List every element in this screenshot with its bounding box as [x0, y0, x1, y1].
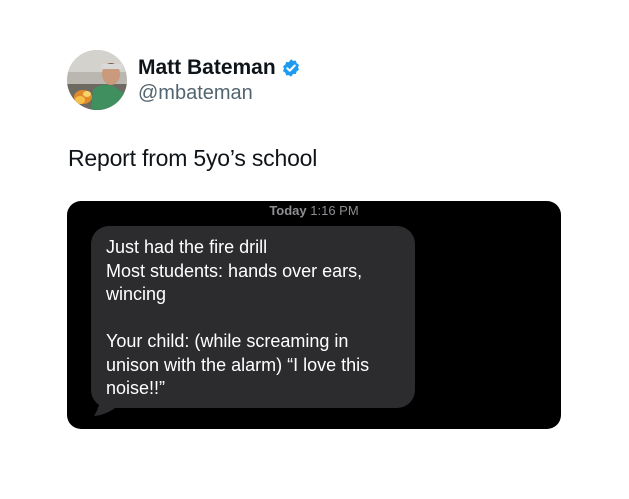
avatar[interactable]	[67, 50, 127, 110]
author-handle[interactable]: @mbateman	[138, 81, 253, 105]
message-bubble: Just had the fire drill Most students: h…	[91, 226, 415, 408]
timestamp-time: 1:16 PM	[310, 203, 359, 218]
tweet-text: Report from 5yo’s school	[68, 145, 318, 171]
verified-badge-icon[interactable]	[281, 58, 301, 78]
message-text: Just had the fire drill Most students: h…	[106, 237, 370, 398]
author-display-name[interactable]: Matt Bateman	[138, 55, 301, 81]
next-message-timestamp-cropped	[67, 424, 561, 429]
author-name-text[interactable]: Matt Bateman	[138, 55, 276, 81]
message-timestamp: Today 1:16 PM	[67, 203, 561, 219]
cropped-timestamp-fragment	[67, 428, 561, 429]
embedded-message-screenshot[interactable]: Today 1:16 PM Just had the fire drill Mo…	[67, 201, 561, 429]
avatar-photo	[67, 50, 127, 110]
timestamp-day: Today	[269, 203, 307, 218]
